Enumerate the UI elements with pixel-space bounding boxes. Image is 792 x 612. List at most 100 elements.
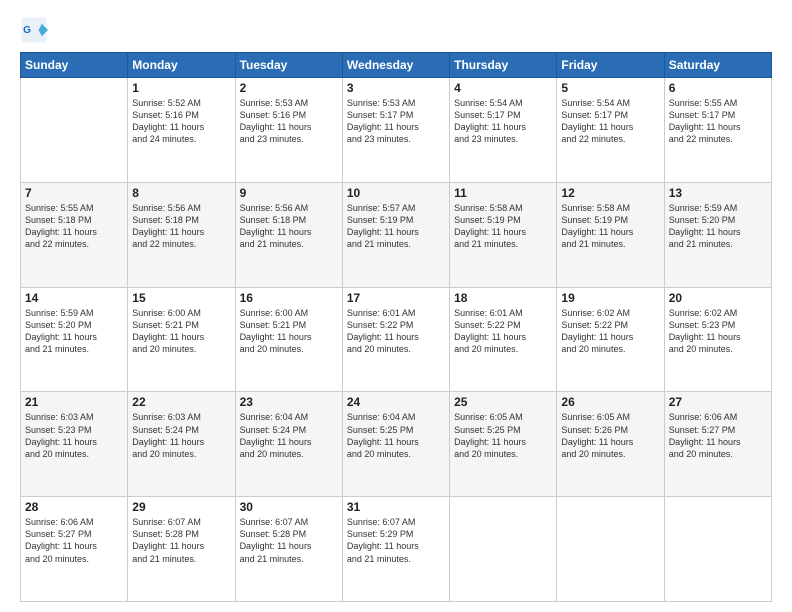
calendar-cell bbox=[450, 497, 557, 602]
day-info: Sunrise: 6:05 AM Sunset: 5:26 PM Dayligh… bbox=[561, 411, 659, 460]
calendar-cell: 7 Sunrise: 5:55 AM Sunset: 5:18 PM Daylig… bbox=[21, 182, 128, 287]
calendar-cell: 11 Sunrise: 5:58 AM Sunset: 5:19 PM Dayli… bbox=[450, 182, 557, 287]
day-info: Sunrise: 6:05 AM Sunset: 5:25 PM Dayligh… bbox=[454, 411, 552, 460]
day-number: 10 bbox=[347, 186, 445, 200]
calendar-cell: 8Sunrise: 5:56 AM Sunset: 5:18 PM Daylig… bbox=[128, 182, 235, 287]
day-info: Sunrise: 6:00 AM Sunset: 5:21 PM Dayligh… bbox=[240, 307, 338, 356]
day-number: 1 bbox=[132, 81, 230, 95]
calendar-cell: 19 Sunrise: 6:02 AM Sunset: 5:22 PM Dayli… bbox=[557, 287, 664, 392]
calendar-cell: 17 Sunrise: 6:01 AM Sunset: 5:22 PM Dayli… bbox=[342, 287, 449, 392]
day-info: Sunrise: 6:04 AM Sunset: 5:24 PM Dayligh… bbox=[240, 411, 338, 460]
week-row-1: 1 Sunrise: 5:52 AM Sunset: 5:16 PM Daylig… bbox=[21, 78, 772, 183]
day-number: 25 bbox=[454, 395, 552, 409]
day-info: Sunrise: 5:54 AM Sunset: 5:17 PM Dayligh… bbox=[454, 97, 552, 146]
calendar-cell: 27Sunrise: 6:06 AM Sunset: 5:27 PM Dayli… bbox=[664, 392, 771, 497]
day-header-saturday: Saturday bbox=[664, 53, 771, 78]
calendar-cell: 21Sunrise: 6:03 AM Sunset: 5:23 PM Dayli… bbox=[21, 392, 128, 497]
day-number: 24 bbox=[347, 395, 445, 409]
calendar-cell: 12Sunrise: 5:58 AM Sunset: 5:19 PM Dayli… bbox=[557, 182, 664, 287]
week-row-4: 21Sunrise: 6:03 AM Sunset: 5:23 PM Dayli… bbox=[21, 392, 772, 497]
day-header-sunday: Sunday bbox=[21, 53, 128, 78]
day-info: Sunrise: 5:57 AM Sunset: 5:19 PM Dayligh… bbox=[347, 202, 445, 251]
day-number: 26 bbox=[561, 395, 659, 409]
day-number: 15 bbox=[132, 291, 230, 305]
calendar-cell bbox=[557, 497, 664, 602]
day-number: 4 bbox=[454, 81, 552, 95]
calendar-cell: 24 Sunrise: 6:04 AM Sunset: 5:25 PM Dayli… bbox=[342, 392, 449, 497]
day-number: 3 bbox=[347, 81, 445, 95]
day-number: 2 bbox=[240, 81, 338, 95]
day-number: 6 bbox=[669, 81, 767, 95]
calendar-cell: 10 Sunrise: 5:57 AM Sunset: 5:19 PM Dayli… bbox=[342, 182, 449, 287]
day-number: 17 bbox=[347, 291, 445, 305]
calendar-cell: 29 Sunrise: 6:07 AM Sunset: 5:28 PM Dayli… bbox=[128, 497, 235, 602]
logo-icon: G bbox=[20, 16, 48, 44]
logo: G bbox=[20, 16, 52, 44]
day-info: Sunrise: 6:06 AM Sunset: 5:27 PM Dayligh… bbox=[669, 411, 767, 460]
day-info: Sunrise: 5:58 AM Sunset: 5:19 PM Dayligh… bbox=[454, 202, 552, 251]
day-number: 31 bbox=[347, 500, 445, 514]
day-number: 20 bbox=[669, 291, 767, 305]
day-info: Sunrise: 6:03 AM Sunset: 5:24 PM Dayligh… bbox=[132, 411, 230, 460]
day-header-wednesday: Wednesday bbox=[342, 53, 449, 78]
calendar-cell bbox=[664, 497, 771, 602]
day-info: Sunrise: 6:00 AM Sunset: 5:21 PM Dayligh… bbox=[132, 307, 230, 356]
calendar-cell: 2 Sunrise: 5:53 AM Sunset: 5:16 PM Daylig… bbox=[235, 78, 342, 183]
day-info: Sunrise: 6:01 AM Sunset: 5:22 PM Dayligh… bbox=[347, 307, 445, 356]
calendar-cell: 9Sunrise: 5:56 AM Sunset: 5:18 PM Daylig… bbox=[235, 182, 342, 287]
day-info: Sunrise: 5:59 AM Sunset: 5:20 PM Dayligh… bbox=[669, 202, 767, 251]
calendar-table: SundayMondayTuesdayWednesdayThursdayFrid… bbox=[20, 52, 772, 602]
svg-text:G: G bbox=[23, 25, 31, 36]
calendar-cell: 6Sunrise: 5:55 AM Sunset: 5:17 PM Daylig… bbox=[664, 78, 771, 183]
header: G bbox=[20, 16, 772, 44]
calendar-cell: 14 Sunrise: 5:59 AM Sunset: 5:20 PM Dayli… bbox=[21, 287, 128, 392]
day-number: 11 bbox=[454, 186, 552, 200]
calendar-cell: 31Sunrise: 6:07 AM Sunset: 5:29 PM Dayli… bbox=[342, 497, 449, 602]
day-info: Sunrise: 6:07 AM Sunset: 5:28 PM Dayligh… bbox=[132, 516, 230, 565]
day-of-week-row: SundayMondayTuesdayWednesdayThursdayFrid… bbox=[21, 53, 772, 78]
calendar-cell: 18 Sunrise: 6:01 AM Sunset: 5:22 PM Dayli… bbox=[450, 287, 557, 392]
day-number: 18 bbox=[454, 291, 552, 305]
day-info: Sunrise: 6:02 AM Sunset: 5:23 PM Dayligh… bbox=[669, 307, 767, 356]
day-header-friday: Friday bbox=[557, 53, 664, 78]
day-info: Sunrise: 5:56 AM Sunset: 5:18 PM Dayligh… bbox=[132, 202, 230, 251]
day-info: Sunrise: 5:53 AM Sunset: 5:17 PM Dayligh… bbox=[347, 97, 445, 146]
day-number: 23 bbox=[240, 395, 338, 409]
calendar-cell: 26 Sunrise: 6:05 AM Sunset: 5:26 PM Dayli… bbox=[557, 392, 664, 497]
day-info: Sunrise: 6:02 AM Sunset: 5:22 PM Dayligh… bbox=[561, 307, 659, 356]
day-info: Sunrise: 5:53 AM Sunset: 5:16 PM Dayligh… bbox=[240, 97, 338, 146]
calendar-cell: 25 Sunrise: 6:05 AM Sunset: 5:25 PM Dayli… bbox=[450, 392, 557, 497]
day-number: 19 bbox=[561, 291, 659, 305]
day-info: Sunrise: 6:01 AM Sunset: 5:22 PM Dayligh… bbox=[454, 307, 552, 356]
calendar-cell: 13Sunrise: 5:59 AM Sunset: 5:20 PM Dayli… bbox=[664, 182, 771, 287]
day-number: 5 bbox=[561, 81, 659, 95]
calendar-cell: 23 Sunrise: 6:04 AM Sunset: 5:24 PM Dayli… bbox=[235, 392, 342, 497]
calendar-cell: 30 Sunrise: 6:07 AM Sunset: 5:28 PM Dayli… bbox=[235, 497, 342, 602]
day-info: Sunrise: 5:55 AM Sunset: 5:18 PM Dayligh… bbox=[25, 202, 123, 251]
day-info: Sunrise: 5:59 AM Sunset: 5:20 PM Dayligh… bbox=[25, 307, 123, 356]
day-number: 21 bbox=[25, 395, 123, 409]
calendar-cell: 3 Sunrise: 5:53 AM Sunset: 5:17 PM Daylig… bbox=[342, 78, 449, 183]
day-number: 28 bbox=[25, 500, 123, 514]
calendar-cell: 28 Sunrise: 6:06 AM Sunset: 5:27 PM Dayli… bbox=[21, 497, 128, 602]
day-number: 29 bbox=[132, 500, 230, 514]
calendar-cell bbox=[21, 78, 128, 183]
day-number: 14 bbox=[25, 291, 123, 305]
day-info: Sunrise: 5:54 AM Sunset: 5:17 PM Dayligh… bbox=[561, 97, 659, 146]
day-info: Sunrise: 6:04 AM Sunset: 5:25 PM Dayligh… bbox=[347, 411, 445, 460]
day-header-tuesday: Tuesday bbox=[235, 53, 342, 78]
day-number: 30 bbox=[240, 500, 338, 514]
page: G SundayMondayTuesdayWednesdayThursdayFr… bbox=[0, 0, 792, 612]
day-info: Sunrise: 5:52 AM Sunset: 5:16 PM Dayligh… bbox=[132, 97, 230, 146]
calendar-cell: 1 Sunrise: 5:52 AM Sunset: 5:16 PM Daylig… bbox=[128, 78, 235, 183]
calendar-cell: 4 Sunrise: 5:54 AM Sunset: 5:17 PM Daylig… bbox=[450, 78, 557, 183]
day-number: 7 bbox=[25, 186, 123, 200]
calendar-cell: 16Sunrise: 6:00 AM Sunset: 5:21 PM Dayli… bbox=[235, 287, 342, 392]
day-info: Sunrise: 6:07 AM Sunset: 5:28 PM Dayligh… bbox=[240, 516, 338, 565]
day-info: Sunrise: 6:06 AM Sunset: 5:27 PM Dayligh… bbox=[25, 516, 123, 565]
calendar-cell: 20 Sunrise: 6:02 AM Sunset: 5:23 PM Dayli… bbox=[664, 287, 771, 392]
calendar-body: 1 Sunrise: 5:52 AM Sunset: 5:16 PM Daylig… bbox=[21, 78, 772, 602]
day-number: 12 bbox=[561, 186, 659, 200]
calendar-cell: 5 Sunrise: 5:54 AM Sunset: 5:17 PM Daylig… bbox=[557, 78, 664, 183]
week-row-5: 28 Sunrise: 6:06 AM Sunset: 5:27 PM Dayli… bbox=[21, 497, 772, 602]
